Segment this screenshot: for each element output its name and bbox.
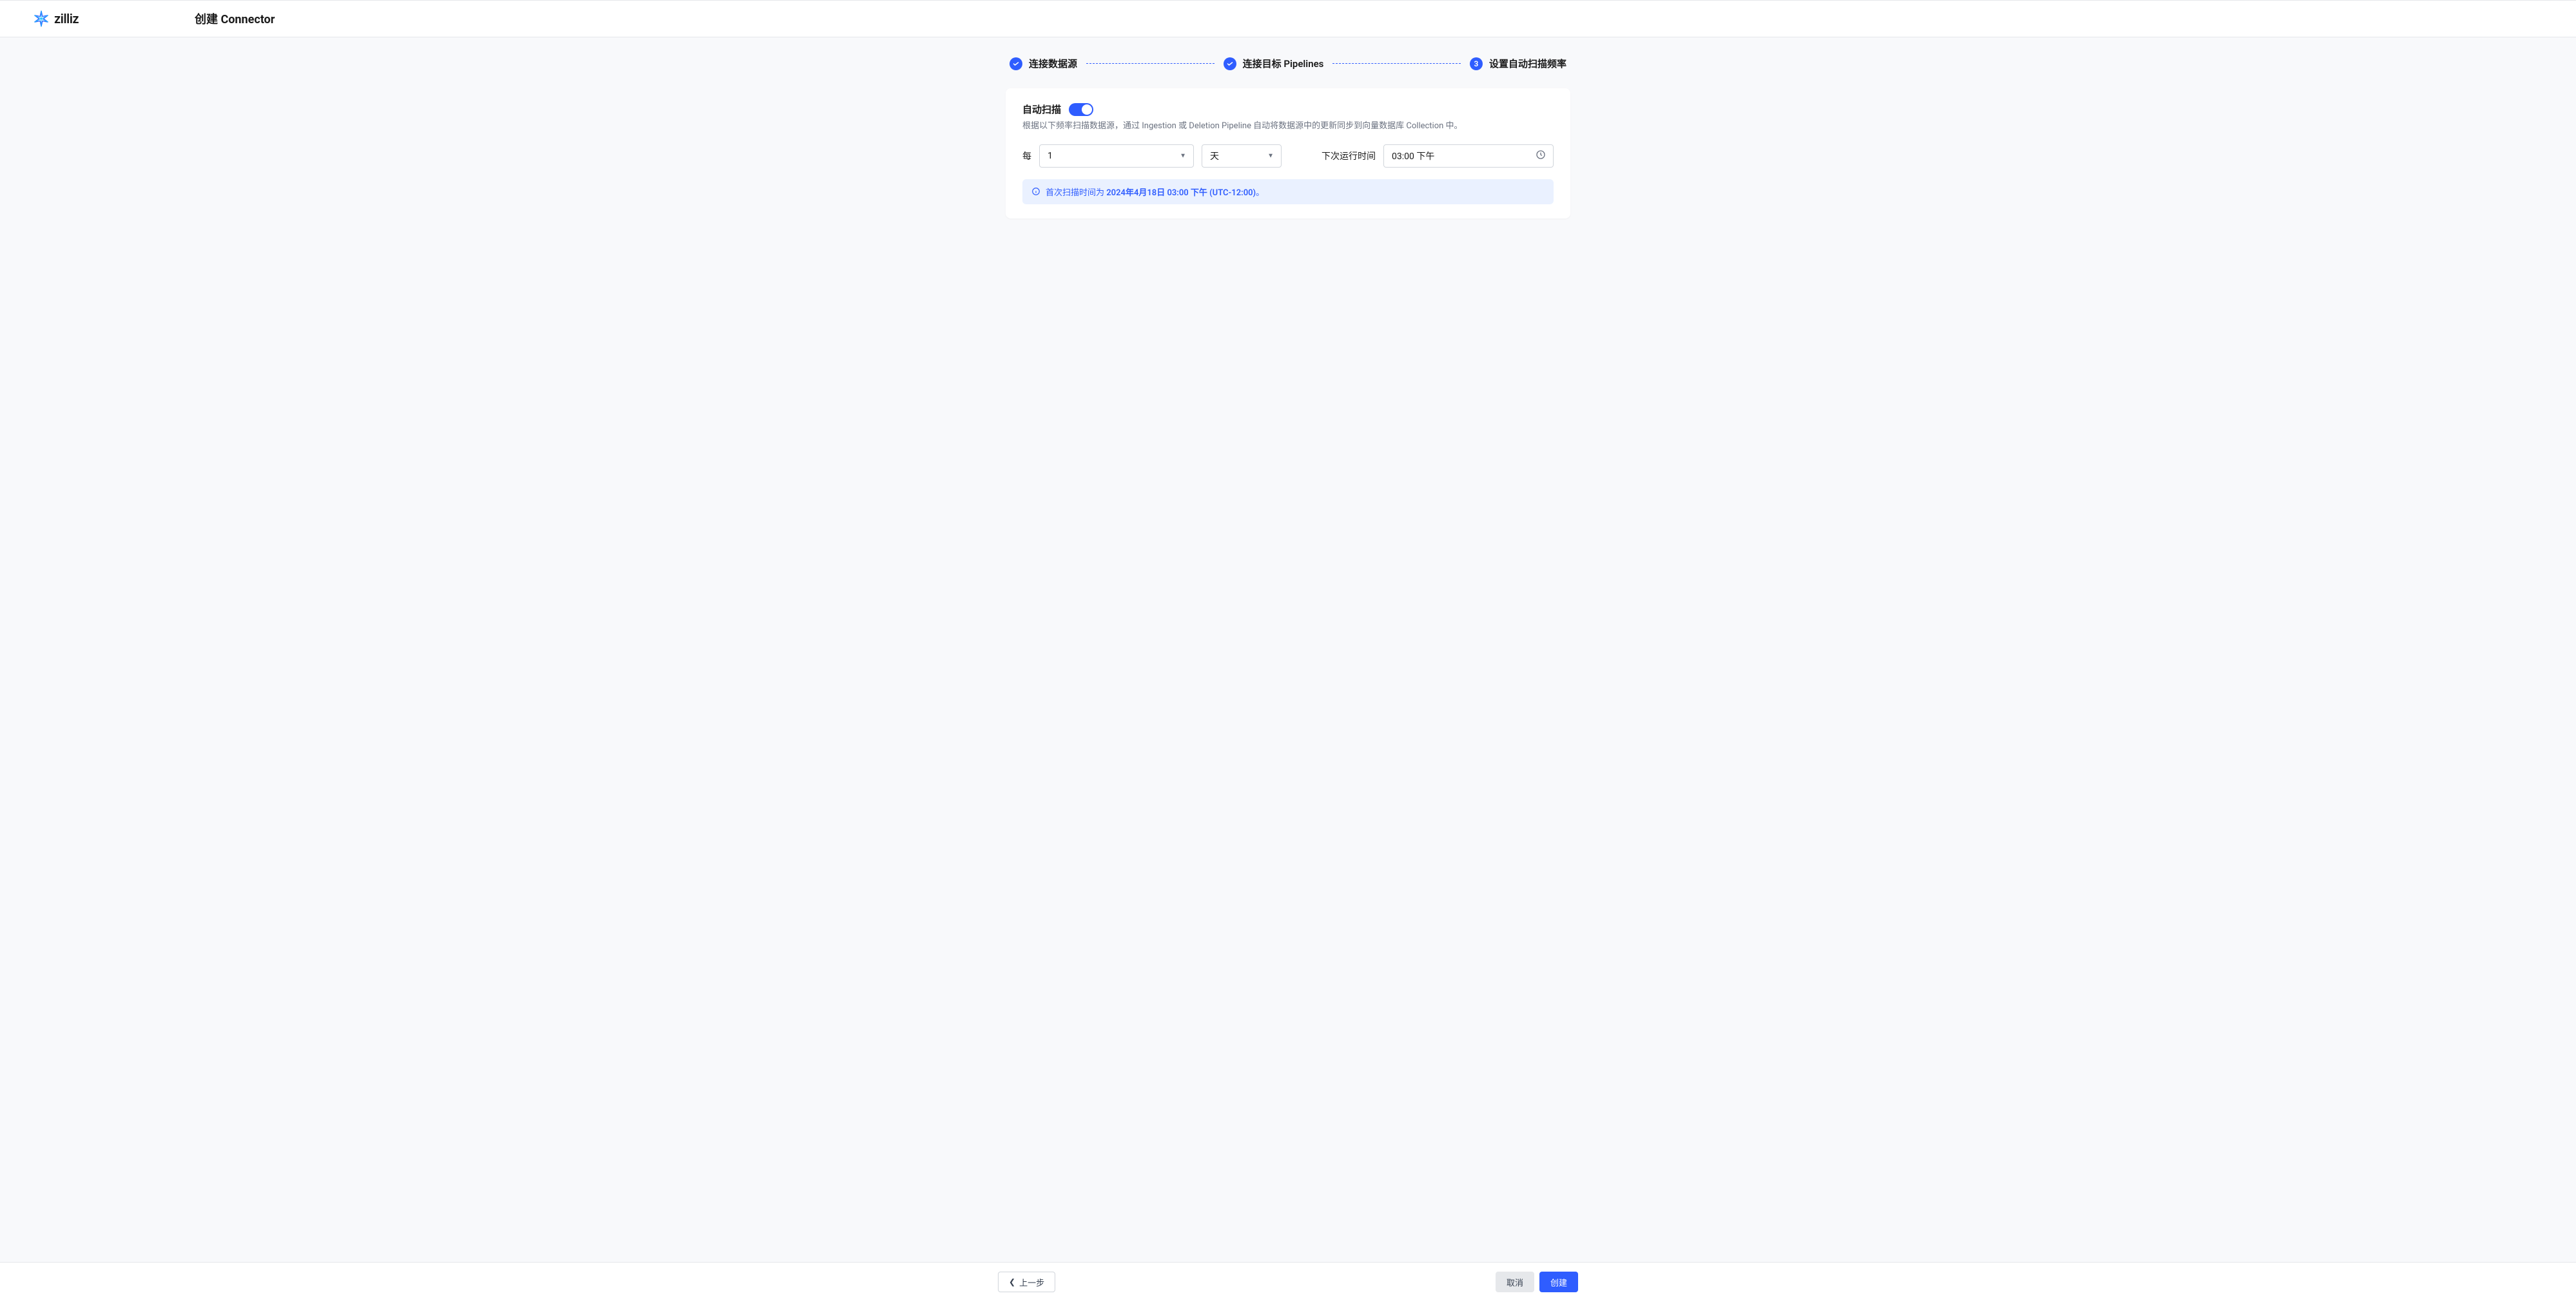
toggle-knob: [1082, 104, 1092, 115]
unit-value: 天: [1202, 144, 1282, 168]
info-time: 2024年4月18日 03:00 下午 (UTC-12:00): [1106, 188, 1256, 198]
step-connector: [1086, 63, 1215, 64]
step-connect-pipelines: 连接目标 Pipelines: [1224, 57, 1324, 70]
main-content: 连接数据源 连接目标 Pipelines 3 设置自动扫描频率: [0, 37, 2576, 1263]
cancel-label: 取消: [1507, 1276, 1523, 1288]
auto-scan-title: 自动扫描: [1022, 102, 1061, 116]
unit-select[interactable]: 天 ▼: [1202, 144, 1282, 168]
frequency-row: 每 1 ▼ 天 ▼ 下次运行时间 03:00 下午: [1022, 144, 1554, 168]
info-suffix: 。: [1256, 188, 1264, 198]
previous-button[interactable]: ❮ 上一步: [998, 1272, 1055, 1292]
wizard-stepper: 连接数据源 连接目标 Pipelines 3 设置自动扫描频率: [1006, 57, 1570, 70]
step-connect-source: 连接数据源: [1010, 57, 1077, 70]
auto-scan-card: 自动扫描 根据以下频率扫描数据源，通过 Ingestion 或 Deletion…: [1006, 88, 1570, 218]
check-circle-icon: [1224, 57, 1236, 70]
next-run-time-picker[interactable]: 03:00 下午: [1383, 144, 1554, 168]
frequency-prefix-label: 每: [1022, 150, 1031, 162]
step-label: 连接目标 Pipelines: [1243, 57, 1324, 70]
page-title: 创建 Connector: [195, 10, 275, 27]
step-label: 连接数据源: [1029, 57, 1077, 70]
app-header: zilliz 创建 Connector: [0, 0, 2576, 37]
step-connector: [1332, 63, 1461, 64]
cancel-button[interactable]: 取消: [1496, 1272, 1534, 1292]
interval-select[interactable]: 1 ▼: [1039, 144, 1194, 168]
info-text: 首次扫描时间为 2024年4月18日 03:00 下午 (UTC-12:00)。: [1046, 186, 1264, 198]
next-run-label: 下次运行时间: [1322, 150, 1376, 162]
step-auto-scan-frequency: 3 设置自动扫描频率: [1470, 57, 1566, 70]
wizard-footer: ❮ 上一步 取消 创建: [0, 1263, 2576, 1301]
brand-name: zilliz: [54, 11, 79, 26]
info-icon: [1031, 187, 1040, 196]
chevron-left-icon: ❮: [1009, 1277, 1015, 1286]
first-scan-info-banner: 首次扫描时间为 2024年4月18日 03:00 下午 (UTC-12:00)。: [1022, 179, 1554, 204]
logo-star-icon: [32, 10, 50, 28]
interval-value: 1: [1039, 144, 1194, 168]
next-run-value: 03:00 下午: [1383, 144, 1554, 168]
auto-scan-toggle[interactable]: [1069, 103, 1093, 116]
step-number-icon: 3: [1470, 57, 1483, 70]
auto-scan-description: 根据以下频率扫描数据源，通过 Ingestion 或 Deletion Pipe…: [1022, 120, 1554, 133]
create-button[interactable]: 创建: [1539, 1272, 1578, 1292]
create-label: 创建: [1550, 1276, 1567, 1288]
step-label: 设置自动扫描频率: [1489, 57, 1566, 70]
previous-label: 上一步: [1019, 1276, 1044, 1288]
check-circle-icon: [1010, 57, 1022, 70]
info-prefix: 首次扫描时间为: [1046, 188, 1106, 198]
brand-logo[interactable]: zilliz: [32, 10, 79, 28]
